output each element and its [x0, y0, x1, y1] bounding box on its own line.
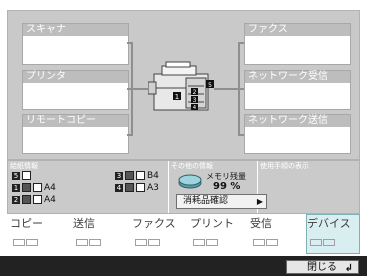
device-status-screen: スキャナ ファクス プリンタ ネットワーク受信 リモートコピー ネットワーク送信: [0, 0, 367, 276]
paper-entry-2: 2 A4: [12, 195, 56, 205]
network-receive-panel[interactable]: ネットワーク受信: [244, 70, 351, 110]
paper-stack-icon: [22, 183, 31, 192]
paper-size: A4: [44, 195, 56, 205]
paper-size: B4: [147, 171, 159, 181]
scanner-panel[interactable]: スキャナ: [22, 23, 129, 65]
network-receive-panel-body: [245, 83, 350, 109]
tab-fax-label: ファクス: [132, 217, 176, 230]
tab-device[interactable]: デバイス: [307, 217, 357, 251]
paper-entry-5: 5: [12, 171, 33, 181]
drawer-number-icon: 3: [115, 171, 123, 180]
tab-send-label: 送信: [73, 217, 95, 230]
paper-sheet-icon: [22, 171, 31, 180]
paper-entry-4: 4 A3: [115, 183, 159, 193]
tab-print-label: プリント: [190, 217, 234, 230]
close-button[interactable]: 閉じる ↲: [286, 260, 359, 274]
remote-copy-panel-body: [23, 127, 128, 153]
paper-sheet-icon: [33, 183, 42, 192]
paper-stack-icon: [125, 171, 134, 180]
paper-size: A4: [44, 183, 56, 193]
tab-receive-label: 受信: [250, 217, 272, 230]
tab-print[interactable]: プリント: [190, 217, 245, 251]
tab-copy-label: コピー: [10, 217, 43, 230]
network-send-panel[interactable]: ネットワーク送信: [244, 114, 351, 154]
printer-panel[interactable]: プリンタ: [22, 70, 129, 110]
connector-line: [214, 88, 244, 90]
svg-text:2: 2: [193, 89, 197, 96]
remote-copy-panel[interactable]: リモートコピー: [22, 114, 129, 154]
paper-sheet-icon: [33, 195, 42, 204]
tab-copy[interactable]: コピー: [10, 217, 62, 251]
drawer-5-icon: 5: [12, 171, 20, 180]
consumables-check-button[interactable]: 消耗品確認 ▶: [176, 194, 267, 209]
tab-send-indicator: [76, 236, 102, 250]
paper-sheet-icon: [136, 171, 145, 180]
tab-receive-indicator: [253, 236, 279, 250]
copier-illustration-icon: 1 2 3 4 5: [148, 61, 214, 111]
fax-panel[interactable]: ファクス: [244, 23, 351, 65]
monitor-header: 使用手順の表示: [260, 162, 309, 170]
tab-fax[interactable]: ファクス: [132, 217, 187, 251]
svg-text:1: 1: [175, 93, 179, 101]
triangle-right-icon: ▶: [256, 197, 263, 206]
printer-panel-body: [23, 83, 128, 109]
network-send-panel-body: [245, 127, 350, 153]
connector-line: [127, 134, 133, 136]
paper-sheet-icon: [136, 183, 145, 192]
fax-panel-body: [245, 36, 350, 64]
svg-text:5: 5: [208, 82, 212, 89]
paper-info-header: 給紙情報: [10, 162, 38, 170]
function-tab-bar: コピー 送信 ファクス プリント 受信 デバイス: [7, 214, 360, 254]
paper-stack-icon: [125, 183, 134, 192]
enter-arrow-icon: ↲: [344, 263, 353, 274]
tab-send[interactable]: 送信: [73, 217, 123, 251]
monitor-section: 使用手順の表示: [258, 161, 359, 213]
drawer-number-icon: 1: [12, 183, 20, 192]
tab-copy-indicator: [13, 236, 39, 250]
tab-device-label: デバイス: [307, 217, 351, 230]
tab-device-indicator: [310, 236, 336, 250]
tab-fax-indicator: [135, 236, 161, 250]
memory-disk-icon: [178, 174, 202, 189]
other-info-header: その他の情報: [171, 162, 213, 170]
connector-line: [127, 88, 148, 90]
memory-value: 99 %: [213, 181, 241, 192]
connector-line: [238, 134, 244, 136]
drawer-number-icon: 4: [115, 183, 123, 192]
paper-size: A3: [147, 183, 159, 193]
paper-stack-icon: [22, 195, 31, 204]
scanner-panel-body: [23, 36, 128, 64]
tab-receive[interactable]: 受信: [250, 217, 300, 251]
paper-entry-1: 1 A4: [12, 183, 56, 193]
drawer-number-icon: 2: [12, 195, 20, 204]
svg-text:3: 3: [193, 97, 197, 104]
paper-entry-3: 3 B4: [115, 171, 159, 181]
svg-text:4: 4: [193, 105, 196, 111]
close-button-label: 閉じる: [307, 262, 337, 273]
consumables-check-label: 消耗品確認: [183, 196, 229, 206]
tab-print-indicator: [193, 236, 219, 250]
